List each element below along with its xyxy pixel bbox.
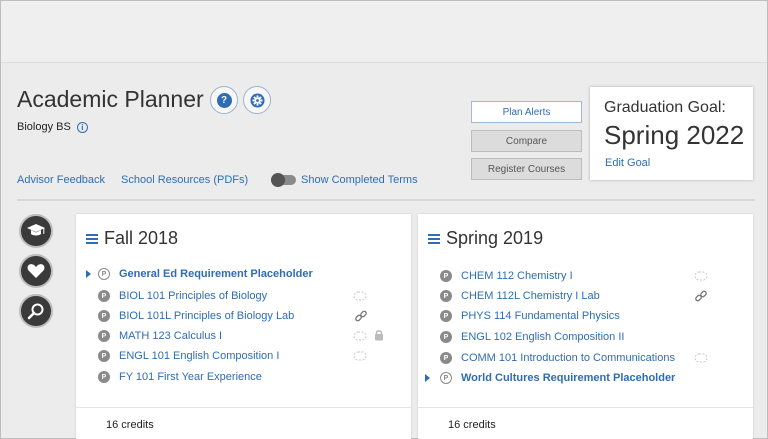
term-name: Spring 2019: [446, 228, 544, 248]
course-item[interactable]: P CHEM 112L Chemistry I Lab: [440, 289, 600, 303]
section-divider: [17, 199, 755, 201]
gear-icon: [249, 92, 265, 108]
course-title: CHEM 112 Chemistry I: [461, 270, 573, 282]
course-title: FY 101 First Year Experience: [119, 371, 262, 383]
course-title: PHYS 114 Fundamental Physics: [461, 310, 620, 322]
help-button[interactable]: ?: [210, 86, 238, 114]
course-title: COMM 101 Introduction to Communications: [461, 352, 675, 364]
compare-button[interactable]: Compare: [471, 130, 582, 152]
panel-divider: [418, 407, 753, 408]
planned-badge: P: [98, 371, 110, 383]
search-icon: [27, 303, 44, 320]
graduation-goal-value: Spring 2022: [604, 120, 745, 150]
swap-icon[interactable]: [353, 331, 367, 341]
planned-badge: P: [440, 372, 452, 384]
course-item[interactable]: P MATH 123 Calculus I: [98, 329, 222, 343]
search-button[interactable]: [19, 294, 53, 328]
course-item[interactable]: P ENGL 102 English Composition II: [440, 330, 624, 344]
show-completed-toggle[interactable]: [271, 173, 296, 187]
program-name: Biology BS i: [17, 121, 88, 133]
course-item[interactable]: P BIOL 101 Principles of Biology: [98, 289, 267, 303]
swap-icon[interactable]: [353, 291, 367, 301]
term-panel-fall-2018: Fall 2018 P General Ed Requirement Placeh…: [76, 214, 411, 439]
panel-divider: [76, 407, 411, 408]
course-title: ENGL 102 English Composition II: [461, 331, 625, 343]
graduation-button[interactable]: [19, 214, 53, 248]
program-label: Biology BS: [17, 121, 71, 133]
toggle-knob[interactable]: [271, 173, 285, 187]
planned-badge: P: [98, 350, 110, 362]
course-item[interactable]: P FY 101 First Year Experience: [98, 370, 262, 384]
show-completed-label[interactable]: Show Completed Terms: [301, 174, 418, 186]
swap-icon[interactable]: [353, 351, 367, 361]
planned-badge: P: [98, 268, 110, 280]
planned-badge: P: [440, 270, 452, 282]
planned-badge: P: [440, 331, 452, 343]
help-icon: ?: [216, 92, 232, 108]
graduation-goal-card: Graduation Goal: Spring 2022 Edit Goal: [590, 87, 753, 180]
planned-badge: P: [98, 290, 110, 302]
course-item[interactable]: P General Ed Requirement Placeholder: [98, 267, 313, 281]
course-item[interactable]: P COMM 101 Introduction to Communications: [440, 351, 675, 365]
favorites-button[interactable]: [19, 254, 53, 288]
course-item[interactable]: P World Cultures Requirement Placeholder: [440, 371, 675, 385]
course-item[interactable]: P BIOL 101L Principles of Biology Lab: [98, 309, 294, 323]
expand-caret-icon[interactable]: [425, 374, 430, 382]
planned-badge: P: [440, 290, 452, 302]
graduation-cap-icon: [27, 224, 45, 236]
edit-goal-link[interactable]: Edit Goal: [605, 157, 650, 169]
term-name: Fall 2018: [104, 228, 179, 248]
course-title: MATH 123 Calculus I: [119, 330, 223, 342]
planned-badge: P: [98, 330, 110, 342]
course-title: CHEM 112L Chemistry I Lab: [461, 290, 600, 302]
heart-icon: [27, 264, 45, 278]
swap-icon[interactable]: [694, 353, 708, 363]
course-title: General Ed Requirement Placeholder: [119, 268, 313, 280]
school-resources-link[interactable]: School Resources (PDFs): [121, 174, 248, 186]
register-courses-button[interactable]: Register Courses: [471, 158, 582, 180]
course-title: BIOL 101L Principles of Biology Lab: [119, 310, 295, 322]
term-credits: 16 credits: [106, 419, 154, 431]
planned-badge: P: [98, 310, 110, 322]
term-header[interactable]: Fall 2018: [86, 228, 178, 249]
course-item[interactable]: P PHYS 114 Fundamental Physics: [440, 309, 620, 323]
link-icon[interactable]: [695, 290, 707, 302]
planned-badge: P: [440, 310, 452, 322]
settings-button[interactable]: [243, 86, 271, 114]
menu-icon[interactable]: [86, 232, 98, 246]
expand-caret-icon[interactable]: [86, 270, 91, 278]
swap-icon[interactable]: [694, 271, 708, 281]
course-title: ENGL 101 English Composition I: [119, 350, 280, 362]
planned-badge: P: [440, 352, 452, 364]
term-panel-spring-2019: Spring 2019 P CHEM 112 Chemistry I P CHEM …: [418, 214, 753, 439]
plan-alerts-button[interactable]: Plan Alerts: [471, 101, 582, 123]
top-bar: [1, 1, 767, 63]
page-title: Academic Planner: [17, 86, 204, 112]
link-icon[interactable]: [355, 310, 367, 322]
info-icon[interactable]: i: [76, 121, 88, 133]
course-title: BIOL 101 Principles of Biology: [119, 290, 268, 302]
term-header[interactable]: Spring 2019: [428, 228, 543, 249]
graduation-goal-label: Graduation Goal:: [604, 99, 726, 116]
course-item[interactable]: P ENGL 101 English Composition I: [98, 349, 279, 363]
advisor-feedback-link[interactable]: Advisor Feedback: [17, 174, 105, 186]
course-title: World Cultures Requirement Placeholder: [461, 372, 676, 384]
lock-icon: [375, 330, 383, 341]
term-credits: 16 credits: [448, 419, 496, 431]
menu-icon[interactable]: [428, 232, 440, 246]
course-item[interactable]: P CHEM 112 Chemistry I: [440, 269, 573, 283]
